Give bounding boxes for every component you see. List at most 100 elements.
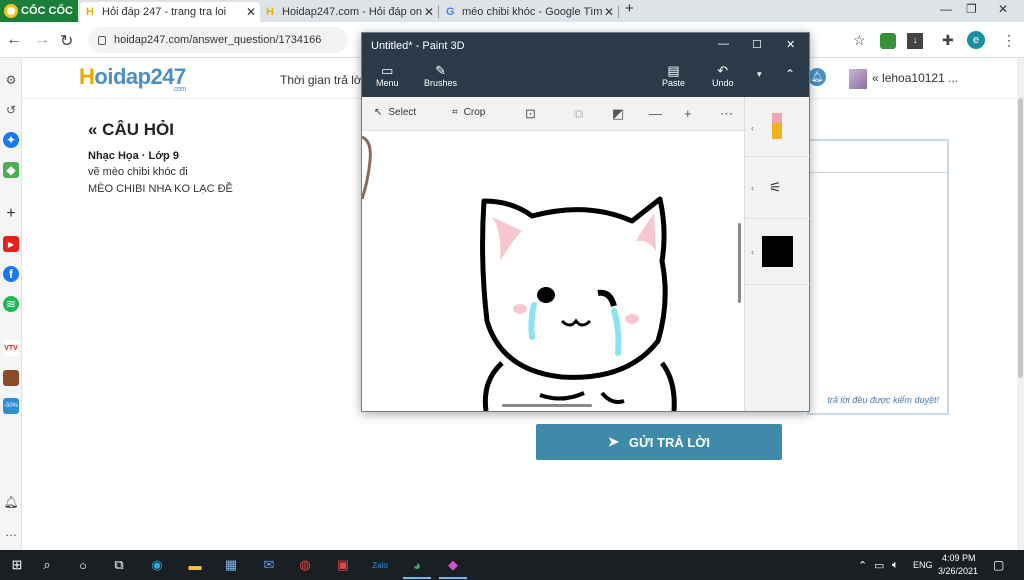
collapse-ribbon-icon[interactable]: ⌃ (785, 67, 795, 81)
paint-close-button[interactable]: ✕ (786, 38, 795, 51)
copy-icon[interactable]: ⧉ (574, 106, 583, 122)
paste-button[interactable]: ▤ Paste (662, 63, 685, 88)
partial-shape (362, 135, 372, 200)
zoom-out-icon[interactable]: — (649, 106, 662, 121)
menu-button[interactable]: ▭ Menu (376, 63, 399, 88)
left-eye (537, 287, 555, 303)
canvas-horizontal-scrollbar[interactable] (502, 404, 592, 407)
drawing-canvas[interactable] (362, 131, 744, 411)
editor-toolbar (809, 141, 947, 173)
sticker-icon[interactable]: ◩ (612, 106, 624, 122)
profile-avatar[interactable]: e (967, 31, 985, 49)
tab-title: Hoidap247.com - Hỏi đáp on (282, 6, 423, 18)
paint-minimize-button[interactable]: — (718, 38, 729, 50)
game-icon[interactable]: ◆ (3, 162, 19, 178)
eraser-tool-row[interactable]: ‹ (745, 97, 810, 157)
tab-close-icon[interactable]: ✕ (424, 5, 434, 19)
undo-label: Undo (712, 78, 734, 88)
paint3d-taskbar-icon[interactable]: ◆ (442, 555, 464, 575)
network-icon[interactable]: ▭ (874, 559, 884, 572)
submit-answer-button[interactable]: ➤ GỬI TRẢ LỜI (536, 424, 782, 460)
send-icon: ➤ (608, 434, 619, 449)
download-icon[interactable]: ↓ (907, 33, 923, 49)
action-center-icon[interactable]: ▢ (993, 558, 1004, 572)
browser-tab-bar: CỐC CỐC H Hỏi đáp 247 - trang tra loi ✕ … (0, 0, 1024, 22)
color-picker-row[interactable]: ‹ (745, 219, 810, 285)
url-text: hoidap247.com/answer_question/1734166 (114, 34, 322, 46)
zoom-in-icon[interactable]: + (684, 106, 692, 121)
canvas-vertical-scrollbar[interactable] (738, 223, 741, 303)
browser-menu-icon[interactable]: ⋮ (1002, 32, 1016, 49)
tab-hoidap-answer[interactable]: H Hỏi đáp 247 - trang tra loi ✕ (80, 2, 260, 22)
gear-icon[interactable]: ⚙ (3, 72, 19, 88)
clock-date[interactable]: 3/26/2021 (938, 566, 978, 576)
mail-icon[interactable]: ✉ (258, 555, 280, 575)
volume-icon[interactable]: 🔈︎ (892, 559, 899, 572)
paint-maximize-button[interactable]: ☐ (752, 38, 762, 51)
messenger-icon[interactable]: ✦ (3, 132, 19, 148)
magic-select-icon[interactable]: ⊡ (525, 106, 536, 122)
expand-arrow-icon: ‹ (751, 183, 754, 193)
chrome-icon[interactable]: ◍ (294, 555, 316, 575)
coccoc-logo[interactable]: CỐC CỐC (0, 0, 78, 22)
store-icon[interactable]: ▦ (220, 555, 242, 575)
task-view-icon[interactable]: ⧉ (108, 555, 130, 575)
brushes-button[interactable]: ✎ Brushes (424, 63, 457, 88)
vtv-icon[interactable]: VTV (3, 340, 19, 356)
search-icon[interactable]: ⌕ (36, 555, 58, 575)
paint-titlebar[interactable]: Untitled* - Paint 3D — ☐ ✕ (362, 33, 809, 59)
notification-icon[interactable]: 🔔︎ (3, 494, 19, 510)
minimize-button[interactable]: — (940, 2, 952, 16)
more-options-icon[interactable]: ⋯ (720, 106, 733, 122)
maximize-button[interactable]: ❐ (966, 2, 977, 16)
undo-button[interactable]: ↶ Undo (712, 63, 734, 88)
paste-label: Paste (662, 78, 686, 88)
zalo-icon[interactable]: Zalo (369, 555, 391, 575)
answer-editor[interactable]: trả lời đều được kiểm duyệt! (807, 139, 949, 415)
back-button[interactable]: ← (6, 31, 22, 49)
tab-hoidap-home[interactable]: H Hoidap247.com - Hỏi đáp on ✕ (260, 2, 439, 22)
cortana-icon[interactable]: ○ (72, 555, 94, 575)
tab-close-icon[interactable]: ✕ (246, 5, 256, 19)
extension-icon[interactable] (880, 33, 896, 49)
spotify-icon[interactable]: ≋ (3, 296, 19, 312)
notification-bell-icon[interactable]: 🔔︎ (808, 68, 826, 86)
expand-arrow-icon: ‹ (751, 247, 754, 257)
puzzle-extensions-icon[interactable]: ✚ (942, 32, 954, 49)
reload-button[interactable]: ↻ (60, 31, 73, 51)
new-tab-button[interactable]: + (625, 0, 634, 17)
page-scrollbar[interactable] (1017, 58, 1024, 550)
game-art-icon[interactable] (3, 370, 19, 386)
tab-close-icon[interactable]: ✕ (604, 5, 614, 19)
bookmark-star-icon[interactable]: ☆ (853, 32, 866, 49)
history-dropdown-icon[interactable]: ▾ (757, 69, 762, 80)
edge-icon[interactable]: ◉ (146, 555, 168, 575)
youtube-icon[interactable]: ▶ (3, 236, 19, 252)
app-icon[interactable]: ▣ (332, 555, 354, 575)
close-window-button[interactable]: ✕ (998, 2, 1008, 16)
promo-icon[interactable]: -50% (3, 398, 19, 414)
coccoc-taskbar-icon[interactable]: ◕ (406, 555, 428, 575)
add-icon[interactable]: + (3, 205, 19, 222)
facebook-icon[interactable]: f (3, 266, 19, 282)
brush-settings-row[interactable]: ‹ ⚟ (745, 157, 810, 219)
browser-sidebar: ⚙ ↺ ✦ ◆ + ▶ f ≋ VTV -50% 🔔︎ … (0, 58, 22, 550)
windows-start-icon[interactable]: ⊞ (6, 555, 28, 575)
active-color-swatch[interactable] (762, 236, 793, 267)
avatar[interactable] (849, 69, 867, 89)
tray-chevron-icon[interactable]: ⌃ (858, 559, 867, 572)
file-explorer-icon[interactable]: ▬ (184, 555, 206, 575)
language-indicator[interactable]: ENG (913, 560, 933, 570)
history-icon[interactable]: ↺ (3, 102, 19, 118)
url-input[interactable]: hoidap247.com/answer_question/1734166 (88, 27, 348, 53)
tab-google-search[interactable]: G méo chibi khóc - Google Tìm ✕ (440, 2, 619, 22)
scrollbar-thumb[interactable] (1018, 98, 1023, 378)
crop-tool[interactable]: ⌗ Crop (452, 107, 485, 118)
more-icon[interactable]: … (3, 524, 19, 540)
hoidap247-logo[interactable]: Hoidap247 .com (79, 64, 186, 93)
select-tool[interactable]: ↖ Select (374, 107, 416, 118)
cursor-icon: ↖ (374, 107, 383, 118)
forward-button[interactable]: → (34, 31, 50, 49)
user-menu[interactable]: « lehoa10121 ... (872, 71, 958, 85)
clock-time[interactable]: 4:09 PM (942, 553, 976, 563)
